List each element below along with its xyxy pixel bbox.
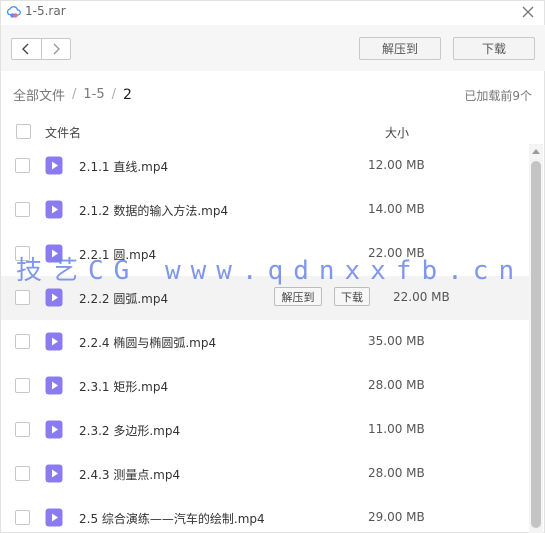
file-size: 22.00 MB [368, 246, 425, 260]
video-file-icon [45, 464, 63, 483]
video-file-icon [45, 200, 63, 219]
scroll-up-arrow-icon[interactable] [532, 148, 540, 154]
video-file-icon [45, 288, 63, 307]
row-checkbox[interactable] [15, 290, 30, 305]
row-checkbox[interactable] [15, 334, 30, 349]
forward-button[interactable] [40, 39, 70, 59]
file-size: 28.00 MB [368, 466, 425, 480]
file-size: 14.00 MB [368, 202, 425, 216]
file-name: 2.4.3 测量点.mp4 [79, 468, 181, 482]
file-size: 22.00 MB [393, 290, 450, 304]
file-name: 2.1.1 直线.mp4 [79, 160, 169, 174]
file-size: 29.00 MB [368, 510, 425, 524]
file-row-hovered[interactable]: 2.2.2 圆弧.mp4 解压到 下载 22.00 MB [1, 276, 529, 320]
file-row[interactable]: 2.1.1 直线.mp4 12.00 MB [1, 144, 529, 188]
cloud-archive-icon [6, 6, 21, 18]
breadcrumb-current: 2 [123, 86, 132, 103]
row-checkbox[interactable] [15, 466, 30, 481]
file-size: 11.00 MB [368, 422, 425, 436]
file-name: 2.3.1 矩形.mp4 [79, 380, 169, 394]
file-name: 2.2.4 椭圆与椭圆弧.mp4 [79, 336, 217, 350]
file-list: 2.1.1 直线.mp4 12.00 MB 2.1.2 数据的输入方法.mp4 … [1, 144, 529, 533]
breadcrumb: 全部文件 / 1-5 / 2 [13, 85, 132, 105]
title-bar: 1-5.rar [1, 1, 545, 25]
archive-window: 1-5.rar 解压到 下载 全部文件 / 1-5 / 2 已加载前9个 文件名… [0, 0, 545, 533]
file-row[interactable]: 2.4.3 测量点.mp4 28.00 MB [1, 452, 529, 496]
select-all-checkbox[interactable] [16, 124, 31, 139]
row-download-button[interactable]: 下载 [334, 287, 370, 306]
row-checkbox[interactable] [15, 378, 30, 393]
video-file-icon [45, 244, 63, 263]
back-button[interactable] [12, 39, 41, 59]
file-name: 2.2.2 圆弧.mp4 [79, 292, 169, 306]
row-checkbox[interactable] [15, 246, 30, 261]
scrollbar-thumb[interactable] [531, 161, 541, 528]
breadcrumb-separator: / [111, 87, 117, 102]
video-file-icon [45, 420, 63, 439]
row-checkbox[interactable] [15, 422, 30, 437]
extract-to-button[interactable]: 解压到 [359, 37, 441, 60]
chevron-right-icon [53, 43, 60, 55]
row-checkbox[interactable] [15, 202, 30, 217]
file-name: 2.3.2 多边形.mp4 [79, 424, 181, 438]
file-row[interactable]: 2.5 综合演练——汽车的绘制.mp4 29.00 MB [1, 496, 529, 533]
file-name: 2.2.1 圆.mp4 [79, 248, 157, 262]
table-header: 文件名 大小 [1, 118, 545, 144]
file-row[interactable]: 2.3.2 多边形.mp4 11.00 MB [1, 408, 529, 452]
column-header-size[interactable]: 大小 [385, 124, 409, 141]
row-extract-button[interactable]: 解压到 [274, 287, 322, 306]
chevron-left-icon [22, 43, 29, 55]
file-size: 35.00 MB [368, 334, 425, 348]
video-file-icon [45, 332, 63, 351]
close-icon[interactable] [520, 4, 536, 20]
file-row[interactable]: 2.1.2 数据的输入方法.mp4 14.00 MB [1, 188, 529, 232]
breadcrumb-folder-1-5[interactable]: 1-5 [83, 87, 104, 102]
row-checkbox[interactable] [15, 510, 30, 525]
breadcrumb-separator: / [72, 87, 77, 102]
file-row[interactable]: 2.2.4 椭圆与椭圆弧.mp4 35.00 MB [1, 320, 529, 364]
file-size: 12.00 MB [368, 158, 425, 172]
video-file-icon [45, 156, 63, 175]
file-row[interactable]: 2.2.1 圆.mp4 22.00 MB [1, 232, 529, 276]
file-size: 28.00 MB [368, 378, 425, 392]
download-button[interactable]: 下载 [453, 37, 535, 60]
vertical-scrollbar[interactable] [529, 144, 543, 533]
breadcrumb-all-files[interactable]: 全部文件 [13, 85, 65, 104]
row-checkbox[interactable] [15, 158, 30, 173]
column-header-name[interactable]: 文件名 [45, 124, 81, 141]
nav-buttons [11, 38, 71, 60]
file-row[interactable]: 2.3.1 矩形.mp4 28.00 MB [1, 364, 529, 408]
loaded-count-text: 已加载前9个 [464, 89, 532, 103]
window-title: 1-5.rar [25, 4, 66, 18]
file-name: 2.5 综合演练——汽车的绘制.mp4 [79, 512, 265, 526]
file-name: 2.1.2 数据的输入方法.mp4 [79, 204, 229, 218]
video-file-icon [45, 376, 63, 395]
toolbar: 解压到 下载 [1, 25, 545, 71]
video-file-icon [45, 508, 63, 527]
